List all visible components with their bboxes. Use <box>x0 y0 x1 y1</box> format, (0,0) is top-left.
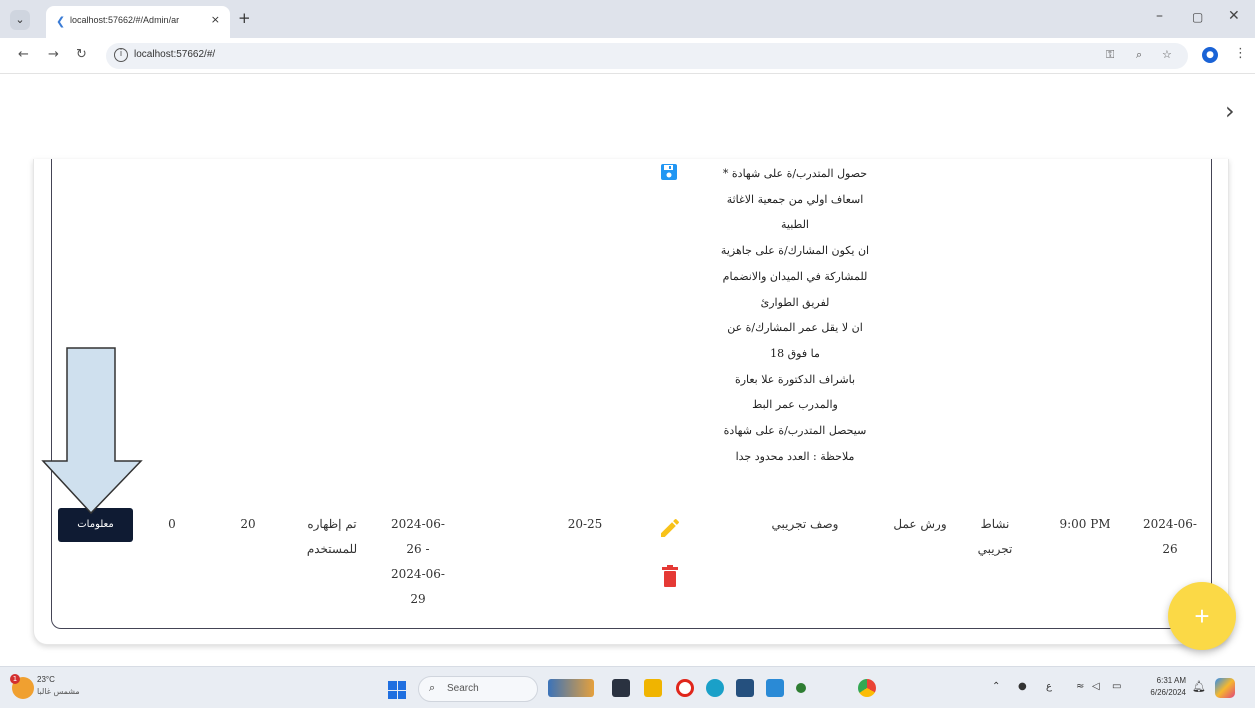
edit-pencil-icon[interactable] <box>658 516 682 540</box>
profile-avatar-icon[interactable]: ● <box>1202 47 1218 63</box>
save-icon[interactable] <box>660 163 678 181</box>
description-line: باشراف الدكتورة علا بعارة <box>734 372 856 386</box>
reload-icon[interactable]: ↻ <box>76 47 87 62</box>
description-line: الطبية <box>781 218 809 232</box>
cell-period: 2024-06- 26 - 2024-06- 29 <box>380 512 456 612</box>
vscode-icon[interactable] <box>766 679 784 697</box>
cell-time: 9:00 PM <box>1059 517 1111 531</box>
address-url[interactable]: localhost:57662/#/ <box>134 49 215 60</box>
chrome-browser-icon[interactable] <box>858 679 876 697</box>
back-arrow-icon[interactable]: ← <box>18 47 29 62</box>
description-line: ان يكون المشارك/ة على جاهزية <box>720 244 870 258</box>
clock-time[interactable]: 6:31 AM <box>1148 676 1186 685</box>
site-info-icon[interactable]: i <box>114 48 128 62</box>
activities-table-frame <box>51 159 1212 629</box>
cell-activity-type: ورش عمل <box>893 517 947 531</box>
window-close-button[interactable]: ✕ <box>1228 8 1240 24</box>
status-line: للمستخدم <box>306 542 358 556</box>
notification-bell-icon[interactable]: 🔔︎ <box>1192 680 1206 693</box>
add-activity-fab-button[interactable]: + <box>1168 582 1236 650</box>
status-line: تم إظهاره <box>307 517 357 531</box>
wifi-icon[interactable]: ≈ <box>1076 681 1084 692</box>
tab-close-icon[interactable]: × <box>211 13 220 26</box>
taskbar-search-label: Search <box>447 683 479 694</box>
cell-activity-name: نشاط تجريبي <box>966 512 1024 562</box>
taskbar-search[interactable]: ⌕ Search <box>418 676 538 702</box>
weather-description[interactable]: مشمس غالبا <box>37 687 80 696</box>
cell-registered-count: 0 <box>168 517 176 531</box>
copilot-icon[interactable] <box>1215 678 1235 698</box>
window-maximize-button[interactable]: ▢ <box>1192 10 1203 24</box>
forward-arrow-icon[interactable]: → <box>48 47 59 62</box>
description-line: اسعاف اولي من جمعية الاغاثة <box>726 192 864 206</box>
description-line: سيحصل المتدرب/ة على شهادة <box>723 424 867 438</box>
chevron-right-icon[interactable]: › <box>1225 97 1235 125</box>
date-line: 2024-06- <box>1143 517 1197 531</box>
zoom-icon[interactable]: ⌕ <box>1136 48 1142 62</box>
windows-taskbar: 1 23°C مشمس غالبا ⌕ Search ⌃ ● ع ≈ ◁ ▭ 6… <box>0 666 1255 708</box>
cell-age-range: 20-25 <box>567 517 603 531</box>
tab-favicon-icon: ❮ <box>56 15 66 28</box>
description-line: ما فوق 18 <box>770 346 820 360</box>
app-indicator-icon[interactable] <box>796 683 806 693</box>
browser-menu-icon[interactable]: ⋮ <box>1234 46 1247 61</box>
window-minimize-button[interactable]: – <box>1156 8 1163 24</box>
weather-temperature[interactable]: 23°C <box>37 675 55 684</box>
cell-date: 2024-06- 26 <box>1134 512 1206 562</box>
description-line: ملاحظة : العدد محدود جدا <box>735 449 855 463</box>
description-line: حصول المتدرب/ة على شهادة * <box>722 167 868 180</box>
taskbar-widget-icon[interactable] <box>548 679 594 697</box>
browser-tabstrip: ⌄ ❮ localhost:57662/#/Admin/ar × + – ▢ ✕ <box>0 0 1255 38</box>
period-line: 26 - <box>406 542 430 556</box>
weather-notification-badge: 1 <box>10 674 20 684</box>
edge-browser-icon[interactable] <box>706 679 724 697</box>
period-line: 29 <box>410 592 426 606</box>
address-bar[interactable]: i localhost:57662/#/ ⚿ ⌕ ☆ <box>106 43 1188 69</box>
tray-overflow-chevron-icon[interactable]: ⌃ <box>992 681 1000 692</box>
search-icon: ⌕ <box>429 681 436 694</box>
cell-visibility-status: تم إظهاره للمستخدم <box>296 512 368 562</box>
tab-title: localhost:57662/#/Admin/ar <box>70 15 180 25</box>
date-line: 26 <box>1162 542 1178 556</box>
file-explorer-icon[interactable] <box>644 679 662 697</box>
description-line: والمدرب عمر البط <box>752 398 838 412</box>
bookmark-star-icon[interactable]: ☆ <box>1162 48 1172 61</box>
keyboard-language-icon[interactable]: ع <box>1046 681 1052 692</box>
cell-description: وصف تجريبي <box>771 517 839 531</box>
activity-long-description: حصول المتدرب/ة على شهادة * اسعاف اولي من… <box>700 161 890 469</box>
admin-page: › حصول المتدرب/ة على شهادة * اسعاف اولي … <box>0 75 1255 665</box>
clock-date[interactable]: 6/26/2024 <box>1138 688 1186 697</box>
tab-search-chevron-icon[interactable]: ⌄ <box>10 10 30 30</box>
password-key-icon[interactable]: ⚿ <box>1106 48 1114 62</box>
volume-icon[interactable]: ◁ <box>1092 681 1100 692</box>
period-line: 2024-06- <box>391 517 445 531</box>
browser-tab[interactable]: ❮ localhost:57662/#/Admin/ar × <box>46 6 230 38</box>
tray-app-icon[interactable]: ● <box>1018 681 1027 692</box>
description-line: للمشاركة في الميدان والانضمام <box>722 269 868 283</box>
windows-start-icon[interactable] <box>388 681 406 699</box>
activity-name-line: نشاط <box>980 517 1010 531</box>
period-line: 2024-06- <box>391 567 445 581</box>
task-view-icon[interactable] <box>612 679 630 697</box>
activity-name-line: تجريبي <box>977 542 1013 556</box>
description-line: ان لا يقل عمر المشارك/ة عن <box>727 321 863 335</box>
browser-toolbar: ← → ↻ i localhost:57662/#/ ⚿ ⌕ ☆ ● ⋮ <box>0 38 1255 74</box>
battery-icon[interactable]: ▭ <box>1112 681 1121 692</box>
description-line: لفريق الطوارئ <box>760 295 830 309</box>
opera-browser-icon[interactable] <box>676 679 694 697</box>
delete-trash-icon[interactable] <box>662 565 678 587</box>
down-arrow-annotation-icon <box>41 347 143 515</box>
cell-capacity: 20 <box>240 517 256 531</box>
new-tab-button[interactable]: + <box>238 9 251 27</box>
store-icon[interactable] <box>736 679 754 697</box>
